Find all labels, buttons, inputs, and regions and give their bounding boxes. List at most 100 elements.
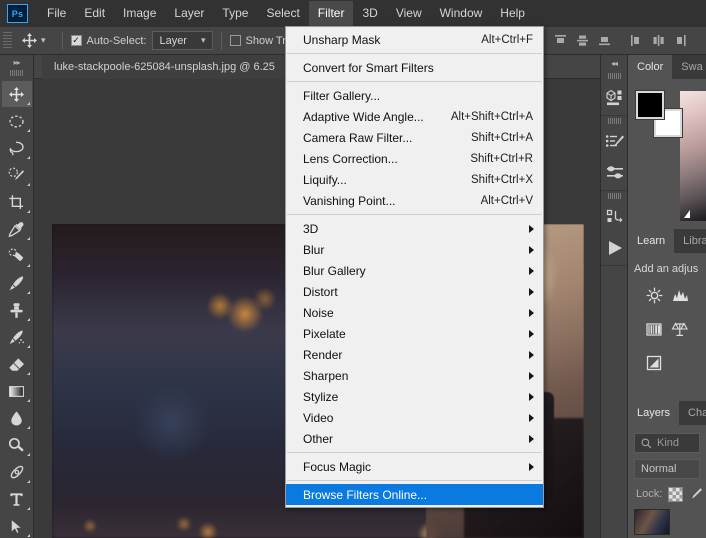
auto-select-dropdown[interactable]: Layer ▾ [152,31,213,50]
menu-edit[interactable]: Edit [75,1,114,26]
elliptical-marquee-tool[interactable] [2,108,32,134]
tab-learn[interactable]: Learn [628,229,675,253]
filter-menu-item-lens-correction[interactable]: Lens Correction... Shift+Ctrl+R [286,148,543,169]
lock-image-pixels-icon[interactable] [689,487,703,501]
curves-icon[interactable] [696,285,706,305]
menu-window[interactable]: Window [431,1,492,26]
menu-filter[interactable]: Filter [308,1,354,26]
rail-grip-3[interactable] [607,193,621,199]
filter-menu-item-vanishing-point[interactable]: Vanishing Point... Alt+Ctrl+V [286,190,543,211]
show-transform-checkbox[interactable] [229,35,241,46]
panel-stack: Color Swa Learn Libra Add an adjus Layer… [628,55,706,538]
photo-filter-icon[interactable] [670,353,690,373]
actions-icon[interactable] [601,203,629,233]
double-chevron-left-icon[interactable]: ◂◂ [601,55,627,71]
auto-select-label: Auto-Select: [86,34,147,47]
hue-saturation-icon[interactable] [696,319,706,339]
menu-image[interactable]: Image [114,1,165,26]
eraser-tool[interactable] [2,351,32,377]
filter-menu-item-pixelate[interactable]: Pixelate [286,323,543,344]
align-right-edges-icon[interactable] [670,31,690,51]
options-bar-grip[interactable] [3,31,12,50]
filter-menu-item-blur-gallery[interactable]: Blur Gallery [286,260,543,281]
lasso-tool[interactable] [2,135,32,161]
levels-icon[interactable] [670,285,690,305]
blur-tool-icon [11,410,22,425]
filter-menu-item-convert-for-smart-filters[interactable]: Convert for Smart Filters [286,57,543,78]
tab-libraries[interactable]: Libra [674,229,706,253]
history-brush-tool[interactable] [2,324,32,350]
brightness-contrast-icon[interactable] [644,285,664,305]
color-spectrum-ramp[interactable] [680,91,706,221]
brush-tool[interactable] [2,270,32,296]
clone-stamp-tool[interactable] [2,297,32,323]
dodge-tool[interactable] [2,432,32,458]
document-tab[interactable]: luke-stackpoole-625084-unsplash.jpg @ 6.… [42,55,288,79]
filter-menu-item-camera-raw-filter[interactable]: Camera Raw Filter... Shift+Ctrl+A [286,127,543,148]
layer-row[interactable] [634,509,700,535]
spot-healing-brush-tool[interactable] [2,243,32,269]
filter-menu-item-video[interactable]: Video [286,407,543,428]
tool-preset-chevron-down-icon[interactable]: ▾ [41,35,46,46]
blend-mode-dropdown[interactable]: Normal [634,459,700,479]
align-top-edges-icon[interactable] [550,31,570,51]
eyedropper-tool[interactable] [2,216,32,242]
menu-help[interactable]: Help [491,1,534,26]
tab-swatches[interactable]: Swa [672,55,706,79]
filter-menu-item-adaptive-wide-angle[interactable]: Adaptive Wide Angle... Alt+Shift+Ctrl+A [286,106,543,127]
play-action-icon[interactable] [601,233,629,263]
crop-tool[interactable] [2,189,32,215]
align-horizontal-centers-icon[interactable] [648,31,668,51]
black-white-icon[interactable] [644,353,664,373]
tab-channels[interactable]: Cha [679,401,706,425]
color-balance-icon[interactable] [696,353,706,373]
rail-grip-1[interactable] [607,73,621,79]
properties-brush-icon[interactable] [601,128,629,158]
lock-transparent-pixels-icon[interactable] [668,486,684,502]
tools-panel-grip[interactable] [10,70,23,76]
filter-menu-item-liquify[interactable]: Liquify... Shift+Ctrl+X [286,169,543,190]
filter-menu-item-stylize[interactable]: Stylize [286,386,543,407]
menu-layer[interactable]: Layer [165,1,213,26]
pen-tool[interactable] [2,459,32,485]
menu-type[interactable]: Type [213,1,257,26]
filter-menu-item-blur[interactable]: Blur [286,239,543,260]
filter-menu-item-other[interactable]: Other [286,428,543,449]
type-tool[interactable] [2,486,32,512]
filter-menu-item-distort[interactable]: Distort [286,281,543,302]
rail-grip-2[interactable] [607,118,621,124]
path-selection-tool[interactable] [2,513,32,538]
menu-file[interactable]: File [38,1,75,26]
align-left-edges-icon[interactable] [626,31,646,51]
move-tool-icon[interactable] [17,30,41,52]
tab-color[interactable]: Color [628,55,673,79]
auto-select-checkbox[interactable]: ✓ [70,35,82,46]
filter-menu-item-render[interactable]: Render [286,344,543,365]
exposure-icon[interactable] [644,319,664,339]
vibrance-icon[interactable] [670,319,690,339]
menu-view[interactable]: View [387,1,431,26]
move-tool[interactable] [1,81,32,107]
filter-menu-item-sharpen[interactable]: Sharpen [286,365,543,386]
quick-selection-tool[interactable] [2,162,32,188]
filter-menu-item-3d[interactable]: 3D [286,218,543,239]
foreground-color-swatch[interactable] [635,90,665,120]
adjustments-sliders-icon[interactable] [601,158,629,188]
gradient-tool[interactable] [2,378,32,404]
filter-menu-item-filter-gallery[interactable]: Filter Gallery... [286,85,543,106]
menu-3d[interactable]: 3D [353,1,386,26]
menu-item-label: Sharpen [303,368,349,383]
3d-panel-icon[interactable] [601,83,629,113]
filter-menu-item-noise[interactable]: Noise [286,302,543,323]
layer-filter-search[interactable]: Kind [634,433,700,453]
blur-tool[interactable] [2,405,32,431]
menu-select[interactable]: Select [257,1,308,26]
filter-menu-dropdown[interactable]: Unsharp Mask Alt+Ctrl+F Convert for Smart … [285,26,544,508]
align-vertical-centers-icon[interactable] [572,31,592,51]
align-bottom-edges-icon[interactable] [594,31,614,51]
filter-menu-item-focus-magic[interactable]: Focus Magic [286,456,543,477]
filter-menu-item-unsharp-mask[interactable]: Unsharp Mask Alt+Ctrl+F [286,29,543,50]
double-chevron-right-icon[interactable]: ▸▸ [0,55,33,69]
filter-menu-item-browse-filters-online[interactable]: Browse Filters Online... [286,484,543,505]
tab-layers[interactable]: Layers [628,401,680,425]
